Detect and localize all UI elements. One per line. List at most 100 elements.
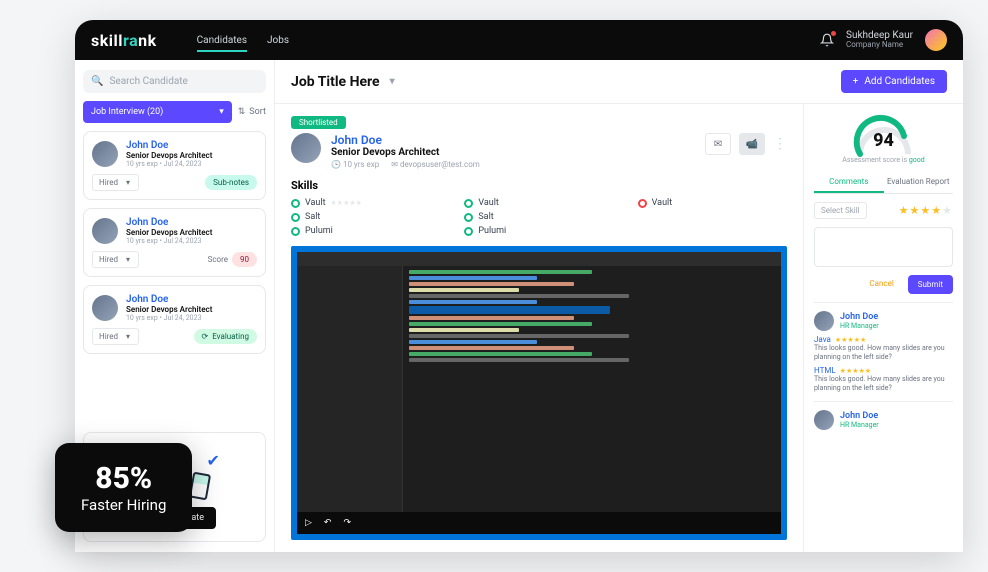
select-skill[interactable]: Select Skill xyxy=(814,202,867,219)
stage-filter[interactable]: Job Interview (20) ▾ xyxy=(83,101,232,123)
notifications-icon[interactable] xyxy=(820,33,834,47)
skills-block: Skills Vault★★★★★ Vault Vault Salt Salt Pulum… xyxy=(291,179,787,236)
subnotes-pill[interactable]: Sub-notes xyxy=(205,175,257,190)
candidate-name: John Doe xyxy=(126,294,212,305)
video-icon[interactable]: 📹 xyxy=(739,133,765,155)
nav-tabs: Candidates Jobs xyxy=(197,23,289,58)
submit-button[interactable]: Submit xyxy=(908,275,953,294)
candidate-role: Senior Devops Architect xyxy=(126,151,212,160)
skills-title: Skills xyxy=(291,179,787,192)
rewind-icon[interactable]: ↶ xyxy=(324,518,332,528)
shortlisted-badge: Shortlisted xyxy=(291,116,346,129)
mail-icon[interactable]: ✉ xyxy=(705,133,731,155)
commenter-role: HR Manager xyxy=(840,421,879,429)
user-meta: Sukhdeep Kaur Company Name xyxy=(846,30,913,50)
gauge-value: 94 xyxy=(852,130,916,151)
candidate-avatar xyxy=(92,218,118,244)
skill-item: Vault xyxy=(638,198,787,208)
play-icon[interactable]: ▷ xyxy=(305,518,312,528)
user-avatar[interactable] xyxy=(925,29,947,51)
skill-item: Vault xyxy=(464,198,613,208)
candidate-detail: Shortlisted John Doe Senior Devops Archi… xyxy=(275,104,803,552)
skill-item: Salt xyxy=(464,212,613,222)
detail-meta: 🕒 10 yrs exp ✉ devopsuser@test.com xyxy=(331,160,480,169)
forward-icon[interactable]: ↷ xyxy=(343,518,351,528)
candidate-card[interactable]: John Doe Senior Devops Architect 10 yrs … xyxy=(83,285,266,354)
candidate-name: John Doe xyxy=(126,217,212,228)
comment-input[interactable] xyxy=(814,227,953,267)
candidate-name: John Doe xyxy=(126,140,212,151)
job-title[interactable]: Job Title Here ▾ xyxy=(291,74,395,90)
candidate-card[interactable]: John Doe Senior Devops Architect 10 yrs … xyxy=(83,131,266,200)
candidate-role: Senior Devops Architect xyxy=(126,228,212,237)
chevron-down-icon: ▾ xyxy=(126,178,130,187)
commenter-avatar xyxy=(814,410,834,430)
chevron-down-icon: ▾ xyxy=(126,255,130,264)
rating-stars[interactable]: ★★★★★ xyxy=(899,204,953,217)
commenter-avatar xyxy=(814,311,834,331)
user-company: Company Name xyxy=(846,41,913,50)
content-header: Job Title Here ▾ + Add Candidates xyxy=(275,60,963,104)
add-candidates-button[interactable]: + Add Candidates xyxy=(841,70,947,93)
main: 🔍 Search Candidate Job Interview (20) ▾ … xyxy=(75,60,963,552)
chevron-down-icon: ▾ xyxy=(219,107,224,117)
evaluating-pill: ⟳Evaluating xyxy=(194,329,258,344)
skill-item: Pulumi xyxy=(291,226,440,236)
topbar-right: Sukhdeep Kaur Company Name xyxy=(820,29,947,51)
candidate-avatar xyxy=(92,295,118,321)
check-icon: ✔ xyxy=(207,451,225,469)
comment-text: This looks good. How many slides are you… xyxy=(814,344,953,362)
video-controls: ▷ ↶ ↷ xyxy=(297,512,781,534)
chevron-down-icon: ▾ xyxy=(126,332,130,341)
status-select[interactable]: Hired▾ xyxy=(92,328,139,345)
candidate-meta: 10 yrs exp • Jul 24, 2023 xyxy=(126,314,212,322)
promo-big: 85% xyxy=(81,461,166,496)
brand-logo: skillrank xyxy=(91,31,157,50)
comment-text: This looks good. How many slides are you… xyxy=(814,375,953,393)
candidate-role: Senior Devops Architect xyxy=(126,305,212,314)
more-icon[interactable]: ⋮ xyxy=(773,136,787,152)
skill-item xyxy=(638,212,787,222)
app-window: skillrank Candidates Jobs Sukhdeep Kaur … xyxy=(75,20,963,552)
candidate-meta: 10 yrs exp • Jul 24, 2023 xyxy=(126,160,212,168)
detail-name: John Doe xyxy=(331,133,480,147)
plus-icon: + xyxy=(853,76,859,87)
commenter-name: John Doe xyxy=(840,411,879,421)
skill-item: Salt xyxy=(291,212,440,222)
filter-row: Job Interview (20) ▾ ⇅ Sort xyxy=(83,101,266,123)
comment-item: John Doe HR Manager xyxy=(814,401,953,430)
commenter-role: HR Manager xyxy=(840,322,879,330)
promo-sub: Faster Hiring xyxy=(81,496,166,514)
rating-row: Select Skill ★★★★★ xyxy=(814,202,953,219)
status-select[interactable]: Hired▾ xyxy=(92,174,139,191)
search-placeholder: Search Candidate xyxy=(109,76,187,87)
candidate-avatar xyxy=(291,133,321,163)
sort-icon: ⇅ xyxy=(238,107,246,117)
search-icon: 🔍 xyxy=(91,76,103,87)
skill-item: Vault★★★★★ xyxy=(291,198,440,208)
search-input[interactable]: 🔍 Search Candidate xyxy=(83,70,266,93)
comment-item: John Doe HR Manager Java ★★★★★ This look… xyxy=(814,302,953,393)
skill-item: Pulumi xyxy=(464,226,613,236)
chevron-down-icon: ▾ xyxy=(390,76,395,87)
assessment-gauge: 94 Assessment score is good xyxy=(814,114,953,164)
detail-role: Senior Devops Architect xyxy=(331,147,480,158)
nav-tab-jobs[interactable]: Jobs xyxy=(267,23,289,58)
skill-item xyxy=(638,226,787,236)
comment-skill: HTML ★★★★★ xyxy=(814,366,953,375)
candidate-card[interactable]: John Doe Senior Devops Architect 10 yrs … xyxy=(83,208,266,277)
score-badge: 90 xyxy=(232,252,257,267)
cancel-button[interactable]: Cancel xyxy=(861,275,901,294)
candidate-avatar xyxy=(92,141,118,167)
sort-button[interactable]: ⇅ Sort xyxy=(238,107,266,117)
comment-skill: Java ★★★★★ xyxy=(814,335,953,344)
topbar: skillrank Candidates Jobs Sukhdeep Kaur … xyxy=(75,20,963,60)
commenter-name: John Doe xyxy=(840,312,879,322)
status-select[interactable]: Hired▾ xyxy=(92,251,139,268)
content: Job Title Here ▾ + Add Candidates Shortl… xyxy=(275,60,963,552)
interview-video: ▷ ↶ ↷ xyxy=(291,246,787,540)
candidate-meta: 10 yrs exp • Jul 24, 2023 xyxy=(126,237,212,245)
right-rail: 94 Assessment score is good Comments Eva… xyxy=(803,104,963,552)
nav-tab-candidates[interactable]: Candidates xyxy=(197,23,247,58)
score-label: Score xyxy=(208,255,228,264)
